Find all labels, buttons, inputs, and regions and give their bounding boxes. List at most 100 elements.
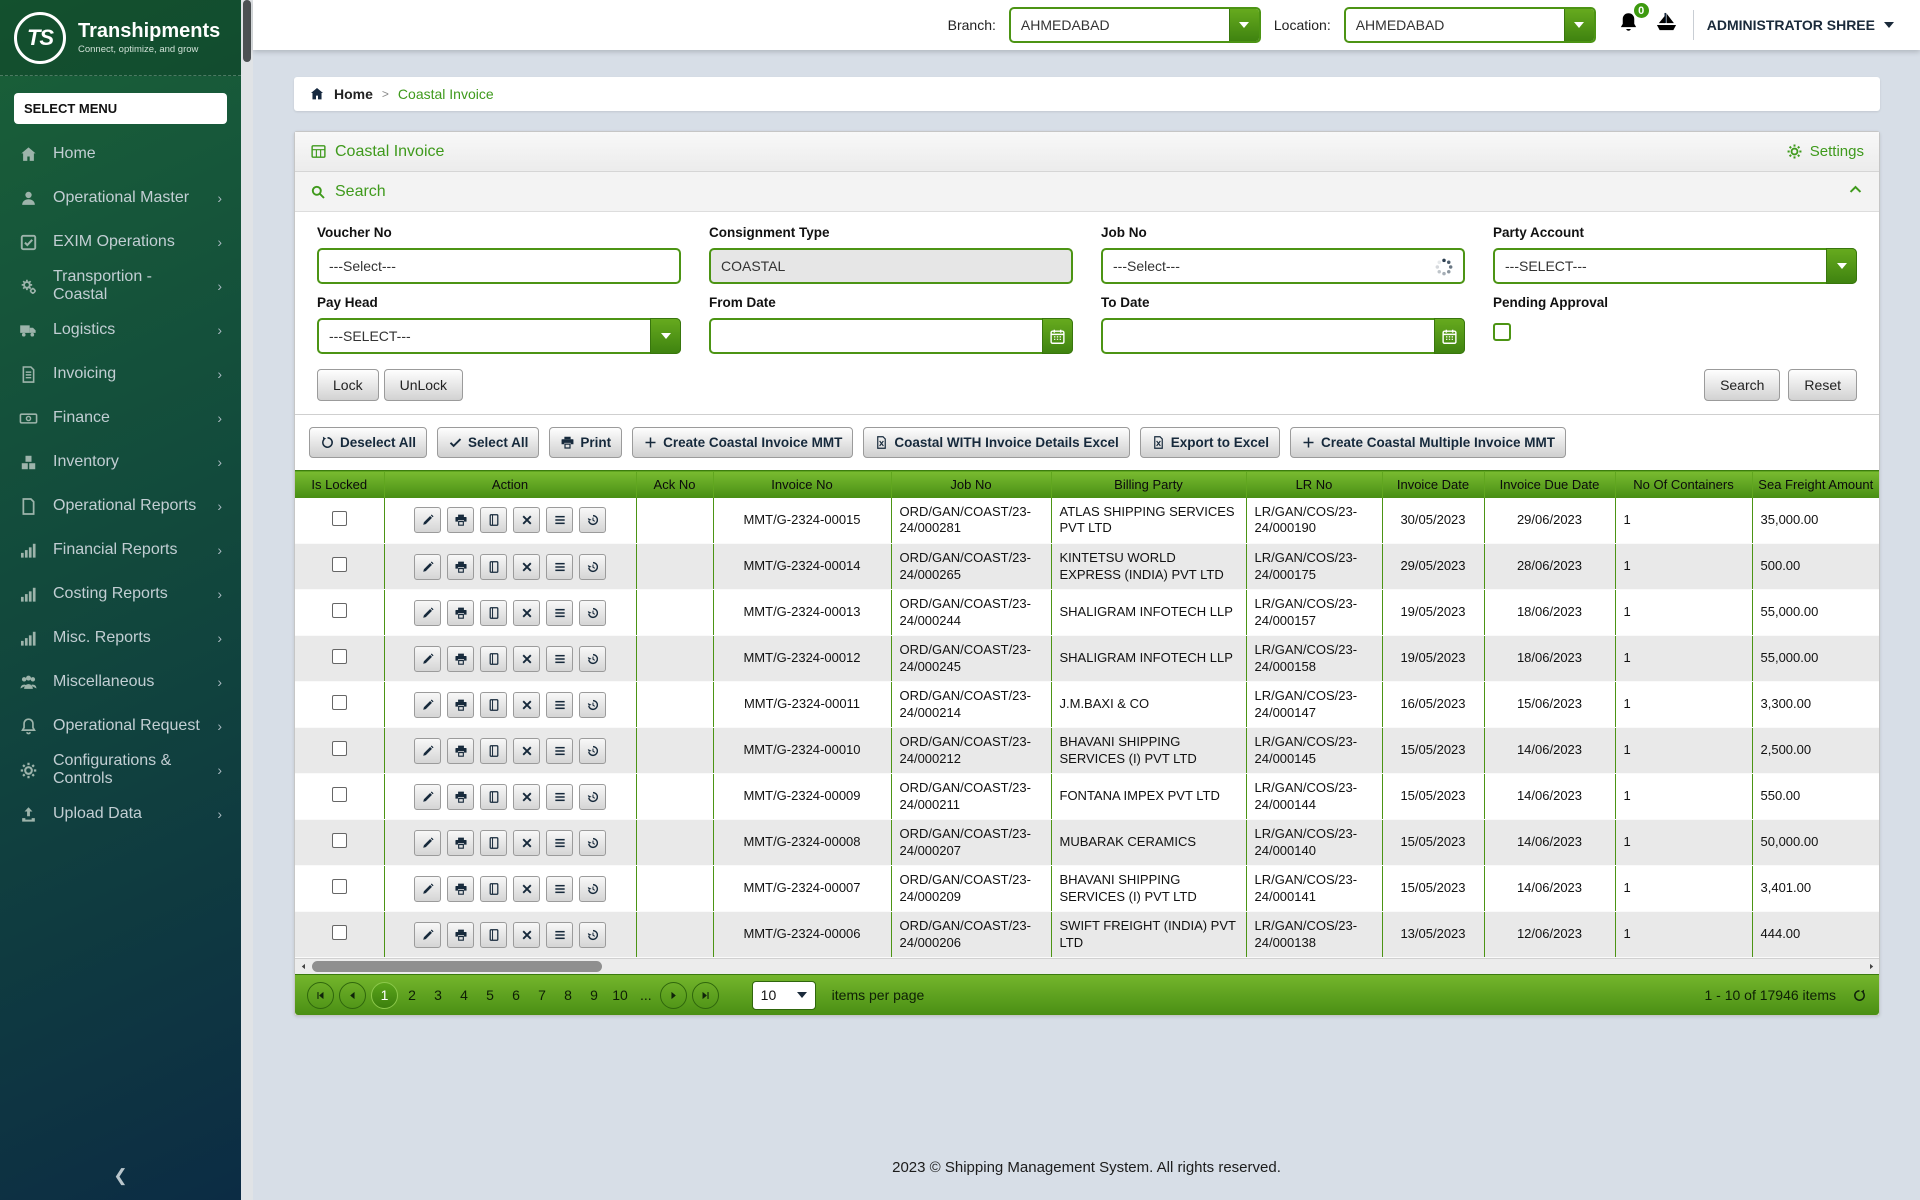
row-action-delete-button[interactable] bbox=[513, 922, 540, 948]
search-collapse-button[interactable] bbox=[1847, 181, 1864, 203]
row-action-ledger-button[interactable] bbox=[480, 646, 507, 672]
to-date-input[interactable] bbox=[1101, 318, 1465, 354]
row-action-ledger-button[interactable] bbox=[480, 507, 507, 533]
pending-approval-checkbox[interactable] bbox=[1493, 323, 1511, 341]
export-to-excel-button[interactable]: Export to Excel bbox=[1140, 427, 1280, 458]
sidebar-item-transportion-coastal[interactable]: Transportion - Coastal› bbox=[0, 264, 241, 308]
page-button-2[interactable]: 2 bbox=[400, 987, 424, 1003]
row-action-delete-button[interactable] bbox=[513, 554, 540, 580]
row-action-delete-button[interactable] bbox=[513, 646, 540, 672]
party-account-dropdown-button[interactable] bbox=[1826, 248, 1857, 284]
row-action-delete-button[interactable] bbox=[513, 830, 540, 856]
row-action-edit-button[interactable] bbox=[414, 692, 441, 718]
column-header-sea-freight-amount[interactable]: Sea Freight Amount bbox=[1752, 471, 1879, 498]
row-action-edit-button[interactable] bbox=[414, 554, 441, 580]
party-account-select[interactable]: ---SELECT--- bbox=[1493, 248, 1857, 284]
row-action-details-button[interactable] bbox=[546, 554, 573, 580]
location-select-button[interactable] bbox=[1564, 9, 1594, 41]
branch-select-button[interactable] bbox=[1229, 9, 1259, 41]
settings-button[interactable]: Settings bbox=[1786, 143, 1864, 160]
row-action-history-button[interactable] bbox=[579, 692, 606, 718]
row-action-print-button[interactable] bbox=[447, 876, 474, 902]
coastal-with-invoice-details-excel-button[interactable]: Coastal WITH Invoice Details Excel bbox=[863, 427, 1129, 458]
pay-head-dropdown-button[interactable] bbox=[650, 318, 681, 354]
sidebar-item-logistics[interactable]: Logistics› bbox=[0, 308, 241, 352]
to-date-calendar-button[interactable] bbox=[1434, 318, 1465, 354]
row-action-details-button[interactable] bbox=[546, 507, 573, 533]
last-page-button[interactable] bbox=[692, 982, 719, 1009]
row-checkbox[interactable] bbox=[332, 603, 347, 618]
row-action-delete-button[interactable] bbox=[513, 600, 540, 626]
menu-search-input[interactable] bbox=[14, 93, 227, 124]
row-action-print-button[interactable] bbox=[447, 554, 474, 580]
sidebar-collapse-button[interactable]: ❮ bbox=[0, 1166, 241, 1186]
column-header-job-no[interactable]: Job No bbox=[891, 471, 1051, 498]
sidebar-item-configurations-controls[interactable]: Configurations & Controls› bbox=[0, 748, 241, 792]
column-header-action[interactable]: Action bbox=[384, 471, 636, 498]
page-button-6[interactable]: 6 bbox=[504, 987, 528, 1003]
sidebar-item-financial-reports[interactable]: Financial Reports› bbox=[0, 528, 241, 572]
row-action-delete-button[interactable] bbox=[513, 876, 540, 902]
sidebar-item-operational-master[interactable]: Operational Master› bbox=[0, 176, 241, 220]
next-page-button[interactable] bbox=[660, 982, 687, 1009]
print-button[interactable]: Print bbox=[549, 427, 622, 458]
row-action-ledger-button[interactable] bbox=[480, 784, 507, 810]
row-action-edit-button[interactable] bbox=[414, 830, 441, 856]
row-action-ledger-button[interactable] bbox=[480, 922, 507, 948]
sidebar-scrollbar[interactable] bbox=[241, 0, 253, 1200]
sidebar-item-home[interactable]: Home bbox=[0, 132, 241, 176]
sidebar-item-operational-request[interactable]: Operational Request› bbox=[0, 704, 241, 748]
location-select[interactable]: AHMEDABAD bbox=[1344, 7, 1596, 43]
row-action-print-button[interactable] bbox=[447, 830, 474, 856]
page-size-select[interactable]: 10 bbox=[752, 981, 816, 1010]
row-action-history-button[interactable] bbox=[579, 507, 606, 533]
previous-page-button[interactable] bbox=[339, 982, 366, 1009]
row-action-print-button[interactable] bbox=[447, 646, 474, 672]
unlock-button[interactable]: UnLock bbox=[384, 369, 463, 401]
row-action-print-button[interactable] bbox=[447, 507, 474, 533]
branch-select[interactable]: AHMEDABAD bbox=[1009, 7, 1261, 43]
column-header-is-locked[interactable]: Is Locked bbox=[295, 471, 384, 498]
column-header-billing-party[interactable]: Billing Party bbox=[1051, 471, 1246, 498]
page-button-1[interactable]: 1 bbox=[371, 982, 398, 1009]
row-action-delete-button[interactable] bbox=[513, 738, 540, 764]
select-all-button[interactable]: Select All bbox=[437, 427, 539, 458]
row-action-print-button[interactable] bbox=[447, 738, 474, 764]
row-checkbox[interactable] bbox=[332, 649, 347, 664]
row-checkbox[interactable] bbox=[332, 833, 347, 848]
refresh-icon[interactable] bbox=[1852, 988, 1867, 1003]
row-action-details-button[interactable] bbox=[546, 646, 573, 672]
row-action-history-button[interactable] bbox=[579, 922, 606, 948]
scroll-left-button[interactable] bbox=[295, 959, 311, 974]
row-action-history-button[interactable] bbox=[579, 554, 606, 580]
page-button-5[interactable]: 5 bbox=[478, 987, 502, 1003]
from-date-calendar-button[interactable] bbox=[1042, 318, 1073, 354]
row-action-history-button[interactable] bbox=[579, 738, 606, 764]
row-action-details-button[interactable] bbox=[546, 784, 573, 810]
row-action-history-button[interactable] bbox=[579, 784, 606, 810]
row-action-print-button[interactable] bbox=[447, 922, 474, 948]
notifications-button[interactable]: 0 bbox=[1617, 11, 1640, 39]
sidebar-item-operational-reports[interactable]: Operational Reports› bbox=[0, 484, 241, 528]
row-action-ledger-button[interactable] bbox=[480, 830, 507, 856]
row-action-print-button[interactable] bbox=[447, 784, 474, 810]
horizontal-scrollbar[interactable] bbox=[295, 958, 1879, 974]
row-action-history-button[interactable] bbox=[579, 646, 606, 672]
row-action-edit-button[interactable] bbox=[414, 507, 441, 533]
column-header-lr-no[interactable]: LR No bbox=[1246, 471, 1382, 498]
sidebar-item-exim-operations[interactable]: EXIM Operations› bbox=[0, 220, 241, 264]
row-action-edit-button[interactable] bbox=[414, 646, 441, 672]
deselect-all-button[interactable]: Deselect All bbox=[309, 427, 427, 458]
scroll-right-button[interactable] bbox=[1863, 959, 1879, 974]
row-action-delete-button[interactable] bbox=[513, 507, 540, 533]
page-button-8[interactable]: 8 bbox=[556, 987, 580, 1003]
row-action-print-button[interactable] bbox=[447, 600, 474, 626]
row-action-details-button[interactable] bbox=[546, 692, 573, 718]
page-button-4[interactable]: 4 bbox=[452, 987, 476, 1003]
row-action-ledger-button[interactable] bbox=[480, 876, 507, 902]
ship-button[interactable] bbox=[1653, 9, 1680, 41]
sidebar-scrollbar-thumb[interactable] bbox=[243, 0, 251, 62]
column-header-invoice-due-date[interactable]: Invoice Due Date bbox=[1484, 471, 1615, 498]
from-date-input[interactable] bbox=[709, 318, 1073, 354]
row-action-edit-button[interactable] bbox=[414, 922, 441, 948]
